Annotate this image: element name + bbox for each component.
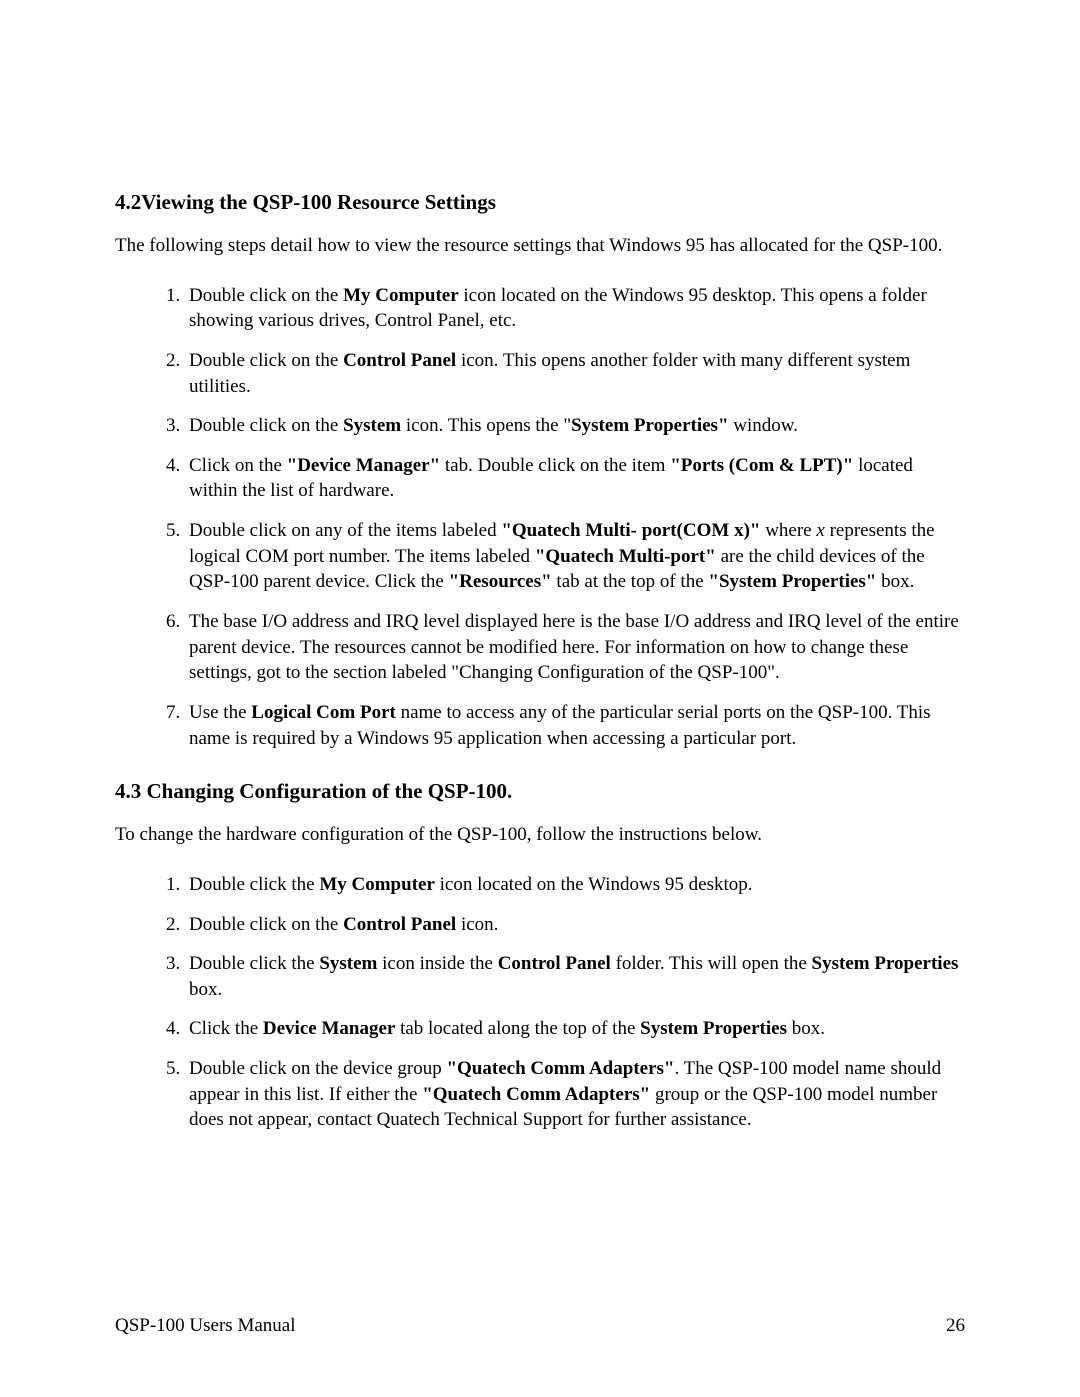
section-4-3-list: Double click the My Computer icon locate… xyxy=(115,872,965,1133)
heading-text: Viewing the QSP-100 Resource Settings xyxy=(141,190,496,214)
list-item: The base I/O address and IRQ level displ… xyxy=(185,609,965,686)
section-4-2-list: Double click on the My Computer icon loc… xyxy=(115,283,965,752)
heading-text: Changing Configuration of the QSP-100. xyxy=(141,779,512,803)
list-item: Double click on the My Computer icon loc… xyxy=(185,283,965,334)
list-item: Double click on the Control Panel icon. … xyxy=(185,348,965,399)
section-4-2-heading: 4.2Viewing the QSP-100 Resource Settings xyxy=(115,190,965,215)
list-item: Double click the System icon inside the … xyxy=(185,951,965,1002)
list-item: Click on the "Device Manager" tab. Doubl… xyxy=(185,453,965,504)
list-item: Double click on the Control Panel icon. xyxy=(185,912,965,938)
document-page: 4.2Viewing the QSP-100 Resource Settings… xyxy=(0,0,1080,1397)
list-item: Double click on the device group "Quatec… xyxy=(185,1056,965,1133)
page-number: 26 xyxy=(946,1315,965,1337)
list-item: Click the Device Manager tab located alo… xyxy=(185,1016,965,1042)
list-item: Use the Logical Com Port name to access … xyxy=(185,700,965,751)
heading-number: 4.2 xyxy=(115,190,141,214)
section-4-2-intro: The following steps detail how to view t… xyxy=(115,233,965,259)
list-item: Double click on the System icon. This op… xyxy=(185,413,965,439)
page-footer: QSP-100 Users Manual 26 xyxy=(115,1315,965,1337)
list-item: Double click on any of the items labeled… xyxy=(185,518,965,595)
heading-number: 4.3 xyxy=(115,779,141,803)
footer-title: QSP-100 Users Manual xyxy=(115,1315,296,1337)
section-4-3-intro: To change the hardware configuration of … xyxy=(115,822,965,848)
list-item: Double click the My Computer icon locate… xyxy=(185,872,965,898)
section-4-3-heading: 4.3 Changing Configuration of the QSP-10… xyxy=(115,779,965,804)
